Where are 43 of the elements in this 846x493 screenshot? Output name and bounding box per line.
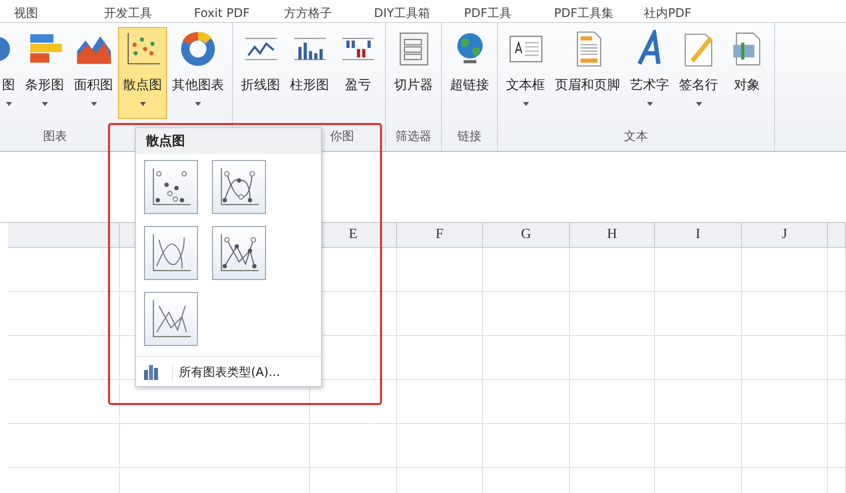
chart-type-option[interactable] bbox=[144, 292, 198, 346]
group-label: 链接 bbox=[458, 128, 482, 145]
ribbon-tab[interactable]: 社内PDF bbox=[644, 4, 734, 22]
ribbon-button[interactable]: 面积图 bbox=[69, 27, 118, 119]
chart-type-option[interactable] bbox=[144, 160, 198, 214]
ribbon-button[interactable]: 超链接 bbox=[445, 27, 494, 119]
ribbon-tab[interactable]: 视图 bbox=[14, 4, 104, 22]
ribbon-tab[interactable]: DIY工具箱 bbox=[374, 4, 464, 22]
ribbon-button[interactable]: 柱形图 bbox=[285, 27, 334, 119]
ribbon-button[interactable]: 切片器 bbox=[389, 27, 438, 119]
ribbon-button[interactable]: 其他图表 bbox=[167, 27, 229, 119]
pie-icon bbox=[0, 37, 10, 61]
column-header[interactable]: G bbox=[520, 227, 532, 242]
ribbon-button[interactable]: 对象 bbox=[723, 27, 771, 119]
group-label: 图表 bbox=[43, 128, 67, 145]
ribbon-tab[interactable]: PDF工具集 bbox=[554, 4, 644, 22]
column-header[interactable]: H bbox=[606, 227, 618, 242]
ribbon-button[interactable]: 文本框 bbox=[501, 27, 550, 119]
column-header[interactable]: E bbox=[348, 227, 358, 242]
ribbon-tab[interactable]: 方方格子 bbox=[284, 4, 374, 22]
ribbon-tab[interactable]: PDF工具 bbox=[464, 4, 554, 22]
ribbon-button[interactable]: 散点图 bbox=[118, 27, 167, 119]
column-header[interactable]: J bbox=[782, 227, 788, 242]
group-label: 你图 bbox=[330, 128, 354, 145]
donut-icon bbox=[179, 30, 217, 68]
chart-type-option[interactable] bbox=[212, 160, 266, 214]
chart-type-option[interactable] bbox=[212, 226, 266, 280]
ribbon-button[interactable]: 页眉和页脚 bbox=[550, 27, 625, 119]
ribbon-tab[interactable]: 开发工具 bbox=[104, 4, 194, 22]
ribbon-button[interactable]: 盈亏 bbox=[334, 27, 382, 119]
chart-type-option[interactable] bbox=[144, 226, 198, 280]
ribbon-button[interactable]: 签名行 bbox=[674, 27, 723, 119]
ribbon-button[interactable]: 折线图 bbox=[236, 27, 285, 119]
ribbon-tab[interactable]: Foxit PDF bbox=[194, 4, 284, 22]
ribbon-button[interactable]: 艺术字 bbox=[625, 27, 674, 119]
menu-title: 散点图 bbox=[136, 128, 321, 154]
group-label: 文本 bbox=[624, 128, 648, 145]
all-chart-types-item[interactable]: 所有图表类型(A)... bbox=[172, 364, 280, 380]
column-header[interactable]: F bbox=[436, 227, 444, 242]
ribbon-button[interactable]: 条形图 bbox=[20, 27, 69, 119]
column-header[interactable]: I bbox=[696, 227, 700, 242]
ribbon-button[interactable]: 图 bbox=[0, 27, 20, 119]
group-label: 筛选器 bbox=[396, 128, 432, 145]
